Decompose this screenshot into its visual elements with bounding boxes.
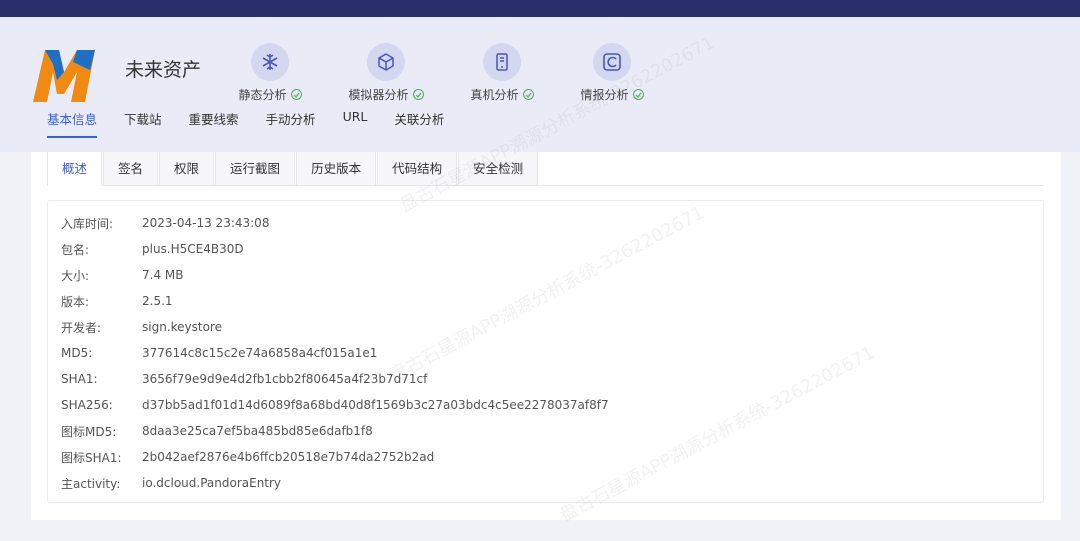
info-value: 3656f79e9d9e4d2fb1cbb2f80645a4f23b7d71cf: [142, 372, 428, 386]
info-row: 包名: plus.H5CE4B30D: [61, 236, 244, 262]
step-device-analysis[interactable]: 真机分析: [447, 43, 557, 103]
info-row: 版本: 2.5.1: [61, 288, 173, 314]
info-row: MD5: 377614c8c15c2e74a6858a4cf015a1e1: [61, 340, 377, 366]
info-key: MD5:: [61, 346, 93, 360]
nav-url[interactable]: URL: [343, 109, 368, 138]
snowflake-icon: [251, 43, 289, 81]
step-intel-analysis[interactable]: 情报分析: [557, 43, 667, 103]
tab-overview[interactable]: 概述: [47, 152, 103, 186]
info-row: 入库时间: 2023-04-13 23:43:08: [61, 210, 269, 236]
info-value: 7.4 MB: [142, 268, 184, 282]
info-value: 2b042aef2876e4b6ffcb20518e7b74da2752b2ad: [142, 450, 435, 464]
tab-permissions[interactable]: 权限: [159, 152, 215, 186]
info-value: 8daa3e25ca7ef5ba485bd85e6dafb1f8: [142, 424, 373, 438]
nav-related-analysis[interactable]: 关联分析: [394, 109, 444, 138]
app-logo-icon: [33, 50, 95, 102]
info-key: 图标MD5:: [61, 424, 117, 439]
cube-icon: [367, 43, 405, 81]
step-emulator-analysis[interactable]: 模拟器分析: [331, 43, 441, 103]
info-key: 主activity:: [61, 476, 121, 491]
info-key: 图标SHA1:: [61, 450, 122, 465]
nav-manual-analysis[interactable]: 手动分析: [266, 109, 316, 138]
tab-code-structure[interactable]: 代码结构: [377, 152, 458, 186]
info-value: sign.keystore: [142, 320, 222, 334]
check-icon: [522, 89, 534, 100]
info-value: 2023-04-13 23:43:08: [142, 216, 270, 230]
step-label: 情报分析: [580, 88, 629, 102]
nav-key-clues[interactable]: 重要线索: [189, 109, 239, 138]
info-key: SHA256:: [61, 398, 113, 412]
info-row: SHA1: 3656f79e9d9e4d2fb1cbb2f80645a4f23b7…: [61, 366, 427, 392]
info-value: io.dcloud.PandoraEntry: [142, 476, 282, 490]
info-row: 开发者: sign.keystore: [61, 314, 222, 340]
info-row: 主activity: io.dcloud.PandoraEntry: [61, 470, 281, 496]
nav-basic-info[interactable]: 基本信息: [47, 109, 98, 138]
main-nav: 基本信息 下载站 重要线索 手动分析 URL 关联分析: [47, 109, 471, 138]
info-value: 2.5.1: [142, 294, 173, 308]
info-key: 版本:: [61, 294, 90, 309]
nav-download-site[interactable]: 下载站: [124, 109, 162, 138]
info-value: plus.H5CE4B30D: [142, 242, 244, 256]
step-static-analysis[interactable]: 静态分析: [215, 43, 325, 103]
step-label: 模拟器分析: [348, 88, 409, 102]
header: 未来资产 静态分析 模拟器分析 真机分析 情报分析 基本信息 下载站 重要线索 …: [0, 17, 1080, 152]
tab-security-check[interactable]: 安全检测: [458, 152, 539, 186]
info-key: 包名:: [61, 242, 90, 257]
check-icon: [412, 89, 424, 100]
step-label: 静态分析: [238, 88, 287, 102]
check-icon: [290, 89, 302, 100]
info-value: 377614c8c15c2e74a6858a4cf015a1e1: [142, 346, 378, 360]
tab-screenshots[interactable]: 运行截图: [215, 152, 296, 186]
app-name: 未来资产: [125, 59, 202, 81]
info-row: 图标SHA1: 2b042aef2876e4b6ffcb20518e7b74da2…: [61, 444, 434, 470]
content-panel: 概述 签名 权限 运行截图 历史版本 代码结构 安全检测 入库时间: 2023-0…: [31, 152, 1061, 520]
info-key: 大小:: [61, 268, 90, 283]
info-key: SHA1:: [61, 372, 98, 386]
info-key: 入库时间:: [61, 216, 114, 231]
tab-history-versions[interactable]: 历史版本: [296, 152, 377, 186]
check-icon: [632, 89, 644, 100]
info-value: d37bb5ad1f01d14d6089f8a68bd40d8f1569b3c2…: [142, 398, 609, 412]
info-key: 开发者:: [61, 320, 102, 335]
top-bar: [0, 0, 1080, 17]
phone-icon: [483, 43, 521, 81]
tab-signature[interactable]: 签名: [103, 152, 159, 186]
sub-tabs: 概述 签名 权限 运行截图 历史版本 代码结构 安全检测: [47, 152, 1044, 186]
info-row: 大小: 7.4 MB: [61, 262, 183, 288]
step-label: 真机分析: [470, 88, 519, 102]
info-row: SHA256: d37bb5ad1f01d14d6089f8a68bd40d8f1…: [61, 392, 609, 418]
letter-c-icon: [593, 43, 631, 81]
overview-info: 入库时间: 2023-04-13 23:43:08 包名: plus.H5CE4B3…: [47, 200, 1044, 503]
info-row: 图标MD5: 8daa3e25ca7ef5ba485bd85e6dafb1f8: [61, 418, 373, 444]
